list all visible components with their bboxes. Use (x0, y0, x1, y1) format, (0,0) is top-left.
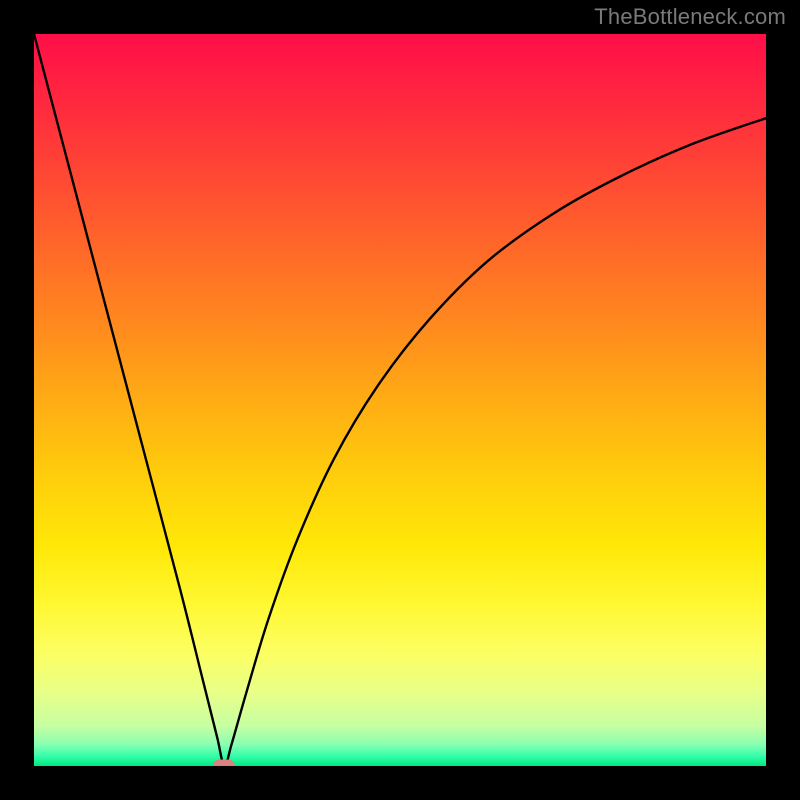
chart-root: TheBottleneck.com (0, 0, 800, 800)
plot-svg (34, 34, 766, 766)
minimum-marker (213, 760, 235, 767)
gradient-background (34, 34, 766, 766)
plot-area (34, 34, 766, 766)
watermark-text: TheBottleneck.com (594, 4, 786, 30)
